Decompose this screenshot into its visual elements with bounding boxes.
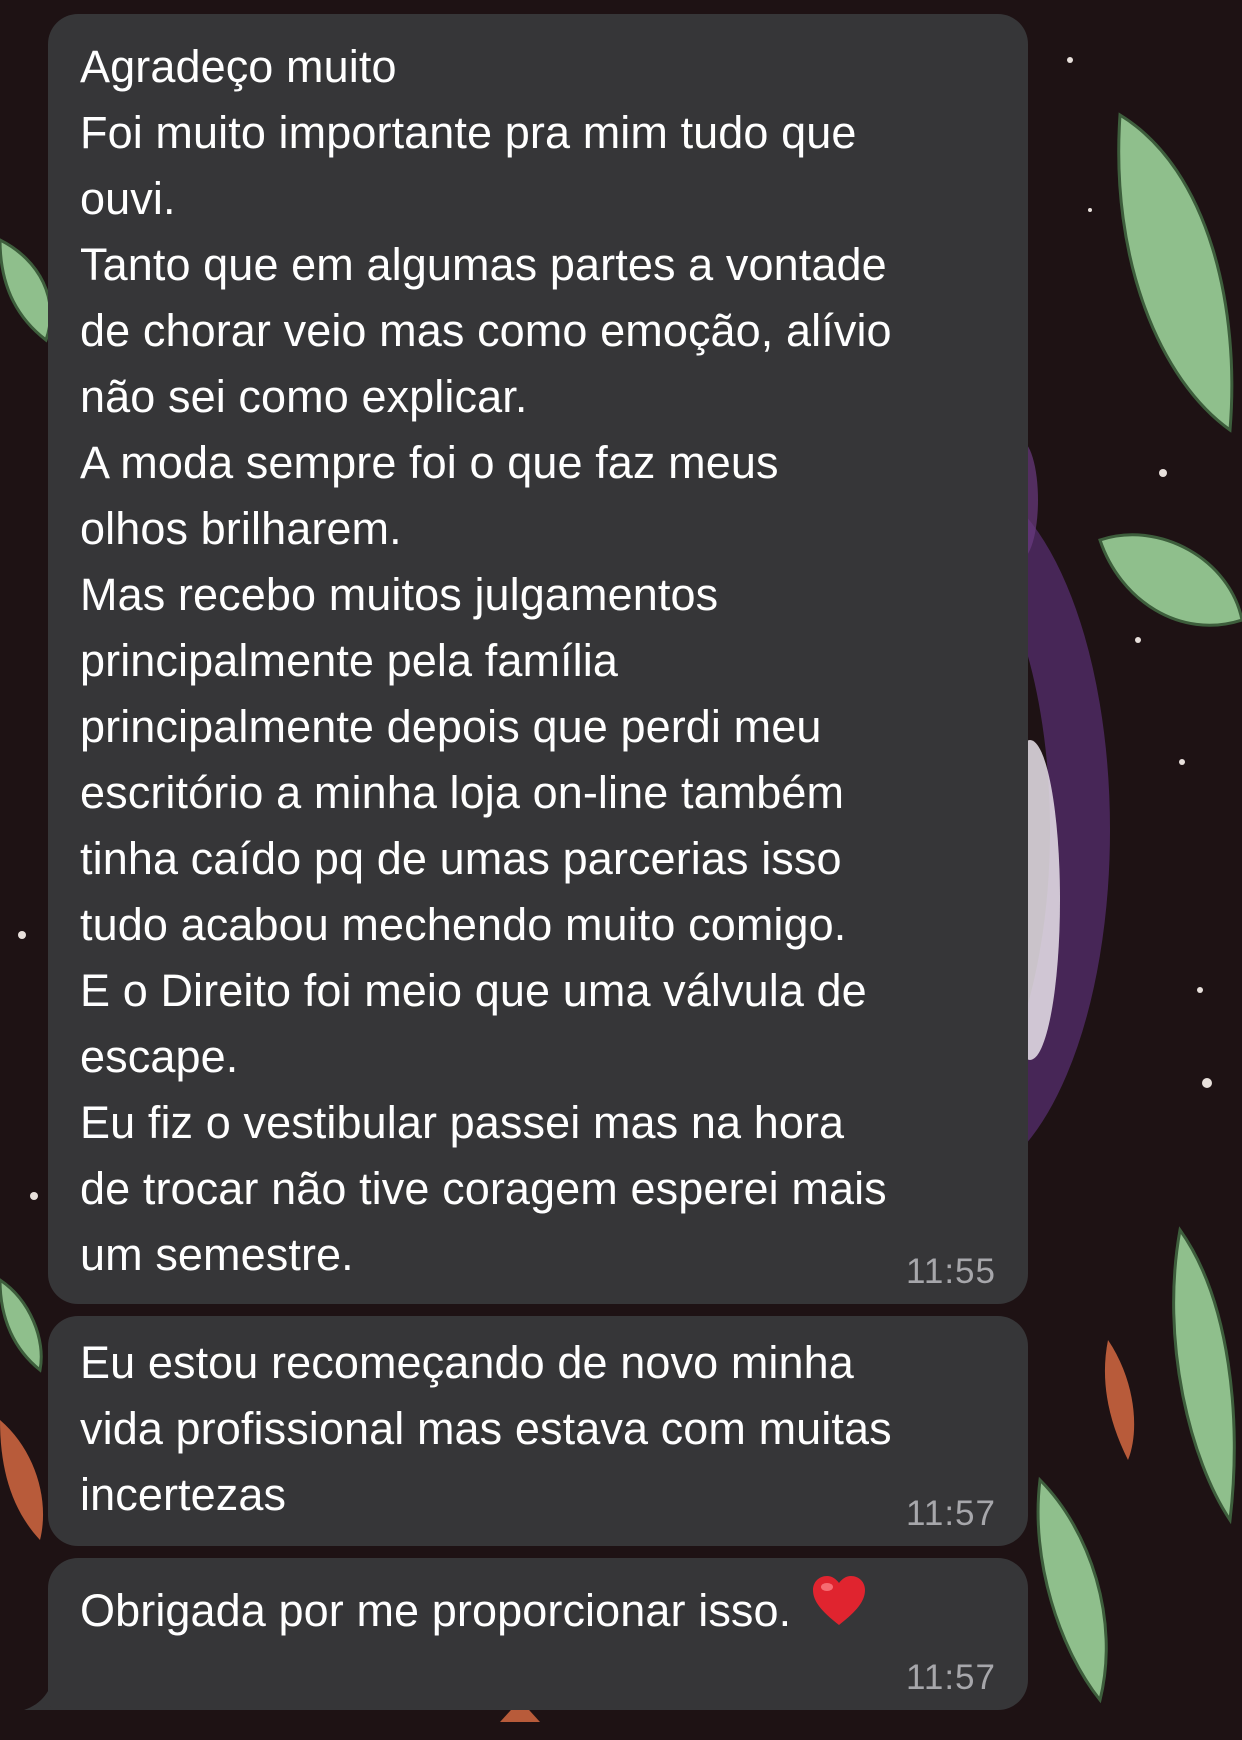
message-text: Agradeço muito Foi muito importante pra … bbox=[80, 41, 892, 1280]
message-bubble[interactable]: Eu estou recomeçando de novo minha vida … bbox=[48, 1316, 1028, 1546]
message-text: Obrigada por me proporcionar isso. bbox=[80, 1585, 792, 1636]
message-bubble[interactable]: Obrigada por me proporcionar isso. 11:57 bbox=[48, 1558, 1028, 1710]
message-text: Eu estou recomeçando de novo minha vida … bbox=[80, 1337, 892, 1520]
heart-emoji-icon bbox=[811, 1575, 867, 1645]
message-bubble[interactable]: Agradeço muito Foi muito importante pra … bbox=[48, 14, 1028, 1304]
message-timestamp: 11:57 bbox=[906, 1494, 996, 1533]
message-text-row: Obrigada por me proporcionar isso. bbox=[80, 1575, 994, 1645]
message-timestamp: 11:57 bbox=[906, 1658, 996, 1697]
message-timestamp: 11:55 bbox=[906, 1252, 996, 1291]
